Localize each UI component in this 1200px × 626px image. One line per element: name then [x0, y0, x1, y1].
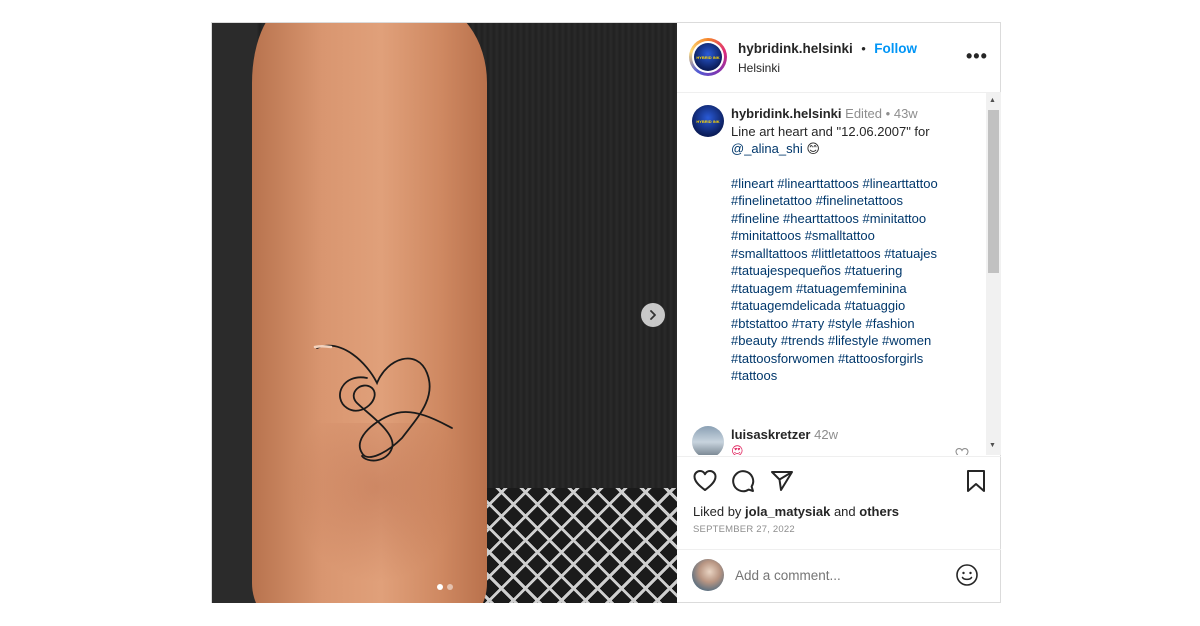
- caption-username[interactable]: hybridink.helsinki: [731, 106, 842, 121]
- smiley-icon[interactable]: [955, 563, 979, 587]
- hashtag-line[interactable]: #fineline #hearttattoos #minitattoo: [731, 210, 981, 228]
- likes-others-link[interactable]: others: [859, 504, 899, 519]
- hashtag-line[interactable]: #tattoosforwomen #tattoosforgirls: [731, 350, 981, 368]
- comments-section: HYBRID INK hybridink.helsinki Edited • 4…: [677, 93, 1001, 455]
- share-icon[interactable]: [770, 469, 794, 493]
- hashtag-line[interactable]: #minitattoos #smalltattoo: [731, 227, 981, 245]
- comment-time[interactable]: 42w: [814, 427, 838, 442]
- comment-header: luisaskretzer 42w: [731, 427, 838, 442]
- likes-middle: and: [830, 504, 860, 519]
- hashtag-line[interactable]: #smalltattoos #littletattoos #tatuajes: [731, 245, 981, 263]
- avatar-logo: HYBRID INK: [694, 43, 722, 71]
- caption-emoji: 😊: [806, 141, 820, 156]
- carousel-dot: [447, 584, 453, 590]
- carousel-dot-active: [437, 584, 443, 590]
- post-header: HYBRID INK hybridink.helsinki • Follow H…: [677, 23, 1001, 93]
- instagram-post-card: HYBRID INK hybridink.helsinki • Follow H…: [211, 22, 1001, 603]
- caption-hashtags: #lineart #linearttattoos #linearttattoo …: [731, 175, 981, 385]
- comment-icon[interactable]: [731, 469, 755, 493]
- follow-button[interactable]: Follow: [874, 41, 917, 56]
- hashtag-line[interactable]: #btstattoo #тату #style #fashion: [731, 315, 981, 333]
- heart-tattoo-drawing: [313, 344, 453, 462]
- comment-like-heart-icon[interactable]: [955, 448, 969, 455]
- commenter-username[interactable]: luisaskretzer: [731, 427, 811, 442]
- likes-prefix: Liked by: [693, 504, 746, 519]
- caption-mention[interactable]: @_alina_shi: [731, 141, 803, 156]
- post-photo[interactable]: [212, 23, 677, 603]
- hashtag-line[interactable]: #beauty #trends #lifestyle #women: [731, 332, 981, 350]
- author-avatar[interactable]: HYBRID INK: [689, 38, 727, 76]
- hashtag-line[interactable]: #lineart #linearttattoos #linearttattoo: [731, 175, 981, 193]
- post-side-panel: HYBRID INK hybridink.helsinki • Follow H…: [677, 23, 1001, 603]
- caption-dot: •: [885, 106, 891, 121]
- header-separator: •: [861, 41, 866, 56]
- hashtag-line[interactable]: #tatuajespequeños #tatuering: [731, 262, 981, 280]
- caption-edited: Edited: [845, 106, 883, 121]
- more-options-button[interactable]: •••: [966, 46, 988, 67]
- chevron-right-icon: [650, 310, 656, 320]
- scrollbar-thumb[interactable]: [988, 110, 999, 273]
- hashtag-line[interactable]: #tattoos: [731, 367, 981, 385]
- commenter-avatar[interactable]: [692, 426, 724, 455]
- comment-text: 😍: [731, 444, 744, 455]
- caption-time[interactable]: 43w: [894, 106, 918, 121]
- hashtag-line[interactable]: #finelinetattoo #finelinetattoos: [731, 192, 981, 210]
- photo-left-edge: [212, 23, 257, 603]
- scroll-down-arrow[interactable]: ▼: [989, 442, 996, 449]
- caption-header: hybridink.helsinki Edited • 43w: [731, 105, 981, 123]
- current-user-avatar[interactable]: [692, 559, 724, 591]
- bookmark-icon[interactable]: [965, 469, 987, 493]
- hashtag-line[interactable]: #tatuagemdelicada #tatuaggio: [731, 297, 981, 315]
- caption-avatar-text: HYBRID INK: [696, 118, 720, 124]
- caption-mention-row: @_alina_shi 😊: [731, 140, 981, 158]
- next-photo-button[interactable]: [641, 303, 665, 327]
- add-comment-bar: [677, 549, 1001, 604]
- caption: hybridink.helsinki Edited • 43w Line art…: [731, 105, 981, 385]
- author-username[interactable]: hybridink.helsinki: [738, 41, 853, 56]
- post-location[interactable]: Helsinki: [738, 61, 780, 75]
- heart-icon[interactable]: [693, 469, 717, 493]
- post-date[interactable]: SEPTEMBER 27, 2022: [693, 524, 795, 535]
- carousel-dots: [437, 584, 453, 590]
- scroll-up-arrow[interactable]: ▲: [989, 97, 996, 104]
- add-comment-input[interactable]: [735, 568, 935, 583]
- avatar-logo-text: HYBRID INK: [696, 54, 720, 60]
- avatar-inner: HYBRID INK: [692, 41, 724, 73]
- hashtag-line[interactable]: #tatuagem #tatuagemfeminina: [731, 280, 981, 298]
- likes-summary: Liked by jola_matysiak and others: [693, 504, 899, 519]
- liked-by-user[interactable]: jola_matysiak: [745, 504, 830, 519]
- caption-text: Line art heart and "12.06.2007" for: [731, 123, 930, 139]
- caption-author-avatar[interactable]: HYBRID INK: [692, 105, 724, 137]
- header-title-row: hybridink.helsinki • Follow: [738, 40, 917, 58]
